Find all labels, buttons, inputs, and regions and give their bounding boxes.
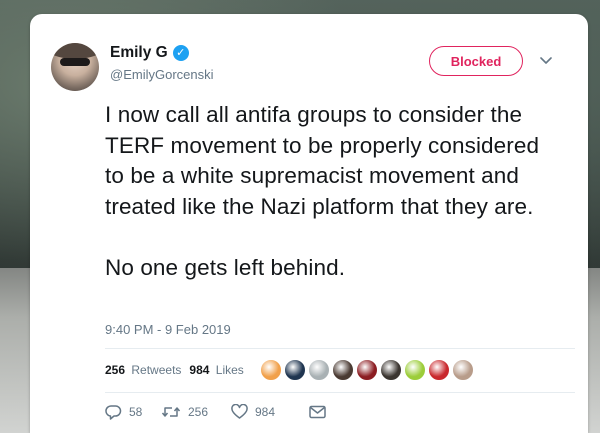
- reply-icon: [105, 405, 122, 420]
- author-name-row[interactable]: Emily G ✓: [110, 44, 189, 62]
- chevron-down-icon[interactable]: [537, 54, 555, 68]
- retweet-count: 256: [188, 405, 209, 419]
- liker-avatar-5[interactable]: [355, 359, 378, 381]
- verified-badge-icon: ✓: [172, 45, 189, 61]
- liker-avatar-2[interactable]: [283, 359, 306, 381]
- likes-stat[interactable]: 984 Likes: [189, 363, 243, 377]
- liker-avatar-3[interactable]: [307, 359, 330, 381]
- retweets-stat[interactable]: 256 Retweets: [105, 363, 181, 377]
- tweet-paragraph: I now call all antifa groups to consider…: [105, 102, 540, 219]
- avatar-hair: [51, 43, 99, 59]
- tweet-text: I now call all antifa groups to consider…: [105, 100, 555, 284]
- liker-avatar-6[interactable]: [379, 359, 402, 381]
- blocked-button[interactable]: Blocked: [429, 46, 523, 76]
- author-avatar[interactable]: [51, 43, 99, 91]
- avatar-glasses: [60, 58, 90, 66]
- author-name[interactable]: Emily G: [110, 44, 168, 62]
- tweet-timestamp[interactable]: 9:40 PM - 9 Feb 2019: [105, 322, 231, 337]
- reply-action[interactable]: 58: [105, 404, 161, 420]
- envelope-icon: [309, 405, 326, 419]
- author-handle[interactable]: @EmilyGorcenski: [110, 67, 214, 82]
- reply-count: 58: [129, 405, 143, 419]
- liker-avatar-9[interactable]: [451, 359, 474, 381]
- liker-avatars: [259, 359, 476, 381]
- tweet-stats: 256 Retweets 984 Likes: [105, 354, 476, 386]
- tweet-card: Emily G ✓ @EmilyGorcenski Blocked I now …: [30, 14, 588, 433]
- liker-avatar-8[interactable]: [427, 359, 450, 381]
- like-count: 984: [255, 405, 276, 419]
- likes-label: Likes: [215, 363, 244, 377]
- heart-icon: [231, 404, 248, 419]
- liker-avatar-7[interactable]: [403, 359, 426, 381]
- liker-avatar-1[interactable]: [259, 359, 282, 381]
- divider: [105, 392, 575, 393]
- like-action[interactable]: 984: [231, 404, 309, 420]
- retweets-label: Retweets: [131, 363, 182, 377]
- divider: [105, 348, 575, 349]
- retweets-count: 256: [105, 363, 126, 377]
- likes-count: 984: [189, 363, 210, 377]
- tweet-actions: 58 256 984: [105, 402, 326, 422]
- retweet-icon: [161, 407, 181, 417]
- liker-avatar-4[interactable]: [331, 359, 354, 381]
- retweet-action[interactable]: 256: [161, 404, 231, 420]
- direct-message-action[interactable]: [309, 405, 326, 419]
- tweet-paragraph: No one gets left behind.: [105, 255, 346, 280]
